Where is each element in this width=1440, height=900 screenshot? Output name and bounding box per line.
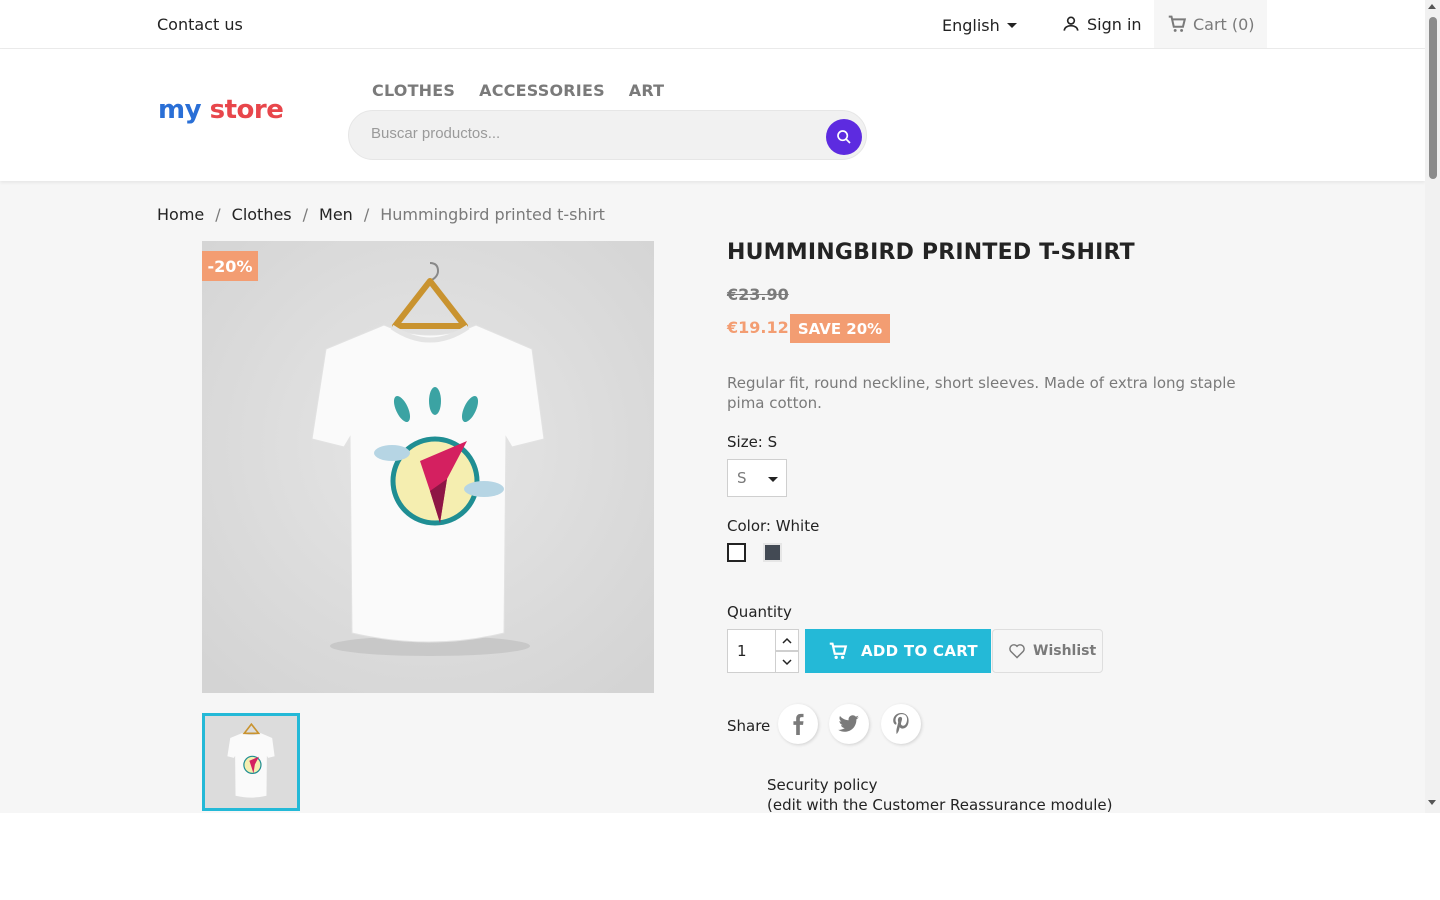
store-logo[interactable]: my store [158,95,284,125]
main-menu: CLOTHES ACCESSORIES ART [372,81,664,100]
pinterest-icon [893,713,909,734]
breadcrumb-separator: / [302,205,309,224]
regular-price: €23.90 [727,285,789,304]
twitter-icon [838,715,859,732]
discount-badge: -20% [202,251,258,281]
logo-text-store: store [209,95,284,125]
breadcrumb-separator: / [215,205,221,224]
user-icon [1063,16,1079,31]
facebook-icon [793,713,804,735]
scrollbar-thumb[interactable] [1429,17,1437,179]
product-main-image[interactable] [202,241,654,693]
wishlist-button[interactable]: Wishlist [992,629,1103,673]
breadcrumb-clothes[interactable]: Clothes [232,205,292,224]
breadcrumb: Home / Clothes / Men / Hummingbird print… [157,205,605,224]
size-value: S [737,469,747,487]
quantity-input[interactable]: 1 [727,629,776,673]
color-label: Color: White [727,517,820,535]
page-viewport: Contact us English Sign in Cart (0) my s… [0,0,1440,813]
wishlist-label: Wishlist [1033,643,1097,659]
search-icon [837,130,851,144]
logo-text-my: my [158,95,202,125]
current-price: €19.12 [727,318,789,337]
product-description: Regular fit, round neckline, short sleev… [727,374,1236,412]
top-nav: Contact us English Sign in Cart (0) [0,0,1425,49]
quantity-decrease-button[interactable] [775,651,799,673]
menu-item-clothes[interactable]: CLOTHES [372,81,455,100]
size-select[interactable]: S [727,459,787,497]
scroll-down-arrow-icon[interactable] [1428,800,1436,805]
reassurance-title: Security policy [767,776,878,794]
breadcrumb-current: Hummingbird printed t-shirt [380,205,605,224]
shopping-cart-icon [829,642,848,660]
contact-us-link[interactable]: Contact us [157,15,243,34]
breadcrumb-separator: / [363,205,370,224]
language-label: English [942,16,1000,35]
breadcrumb-home[interactable]: Home [157,205,204,224]
reassurance-block: Security policy (edit with the Customer … [767,775,1113,813]
share-pinterest-button[interactable] [881,704,921,744]
quantity-increase-button[interactable] [775,629,799,651]
tshirt-thumbnail-image [205,716,297,808]
heart-icon [1009,644,1025,659]
product-title: HUMMINGBIRD PRINTED T-SHIRT [727,240,1135,265]
tshirt-image [202,241,654,693]
save-badge: SAVE 20% [790,314,890,343]
cart-count: (0) [1231,14,1255,34]
share-label: Share [727,717,771,735]
product-thumbnail[interactable] [202,713,300,811]
sign-in-link[interactable]: Sign in [1061,14,1142,34]
menu-item-art[interactable]: ART [629,81,665,100]
color-swatch-gray[interactable] [763,543,782,562]
cart-label: Cart [1193,14,1227,34]
quantity-label: Quantity [727,603,792,621]
chevron-down-icon [782,658,792,665]
language-selector[interactable]: English [942,16,1017,35]
chevron-up-icon [782,637,792,644]
size-label: Size: S [727,433,778,451]
search-button[interactable] [826,119,862,155]
color-swatch-white[interactable] [727,543,746,562]
add-to-cart-button[interactable]: ADD TO CART [805,629,991,673]
search-input[interactable] [371,125,811,142]
sign-in-label: Sign in [1087,14,1142,34]
cart-link[interactable]: Cart (0) [1154,0,1267,48]
shopping-cart-icon [1168,15,1187,32]
breadcrumb-men[interactable]: Men [319,205,353,224]
share-facebook-button[interactable] [778,704,818,744]
search-bar [348,110,867,160]
page-scrollbar[interactable] [1425,0,1440,813]
caret-down-icon [1006,23,1017,28]
scroll-up-arrow-icon[interactable] [1428,4,1436,9]
site-header: my store CLOTHES ACCESSORIES ART [0,49,1425,181]
menu-item-accessories[interactable]: ACCESSORIES [479,81,605,100]
share-twitter-button[interactable] [829,704,869,744]
reassurance-subtitle: (edit with the Customer Reassurance modu… [767,796,1113,813]
blank-area [0,813,1440,900]
caret-down-icon [768,477,778,482]
add-to-cart-label: ADD TO CART [861,642,978,660]
